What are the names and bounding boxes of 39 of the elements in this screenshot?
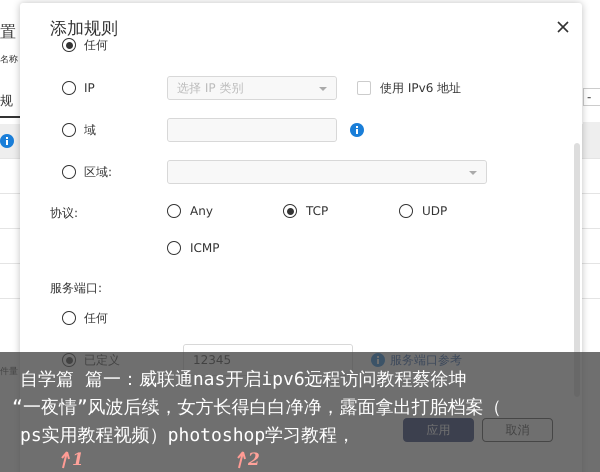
radio-button[interactable] (283, 204, 297, 218)
caption-text: ps实用教程视频）photoshop学习教程， (20, 424, 356, 448)
checkbox-label: 使用 IPv6 地址 (380, 80, 462, 96)
annotation-arrow (60, 451, 70, 469)
caption-text: “一夜情”风波后续，女方长得白白净净，露面拿出打胎档案（ (12, 396, 502, 420)
option-label: TCP (306, 204, 328, 218)
radio-button[interactable] (62, 81, 76, 95)
annotation-arrow (236, 451, 246, 469)
page-title: 置 (0, 22, 16, 43)
radio-button[interactable] (167, 204, 181, 218)
protocol-label: 协议: (50, 205, 80, 222)
option-label: UDP (422, 204, 448, 218)
option-label: 任何 (84, 310, 108, 326)
name-label: 名称 (0, 54, 18, 66)
option-label: 区域: (84, 164, 112, 180)
radio-button[interactable] (62, 165, 76, 179)
option-label: 域 (84, 122, 96, 138)
info-icon (0, 134, 14, 148)
radio-button[interactable] (399, 204, 413, 218)
add-button[interactable]: - (583, 88, 600, 106)
caret-icon (469, 171, 477, 175)
domain-input-field[interactable] (167, 118, 337, 142)
option-label: Any (190, 204, 213, 218)
checkbox[interactable] (357, 81, 371, 95)
radio-button[interactable] (62, 311, 76, 325)
radio-button[interactable] (62, 38, 76, 52)
option-label: ICMP (190, 241, 220, 255)
dialog-title: 添加规则 (50, 19, 118, 39)
radio-button[interactable] (62, 123, 76, 137)
close-icon[interactable] (557, 21, 569, 33)
caret-icon (319, 87, 327, 91)
annotation-number: 1 (72, 451, 84, 469)
radio-button[interactable] (167, 241, 181, 255)
info-icon[interactable] (350, 123, 364, 137)
option-label: IP (84, 81, 95, 95)
caption-text: 自学篇 篇一：威联通nas开启ipv6远程访问教程蔡徐坤 (20, 368, 467, 392)
service-port-label: 服务端口: (50, 280, 104, 297)
annotation-number: 2 (248, 451, 260, 469)
option-label: 任何 (84, 36, 108, 54)
